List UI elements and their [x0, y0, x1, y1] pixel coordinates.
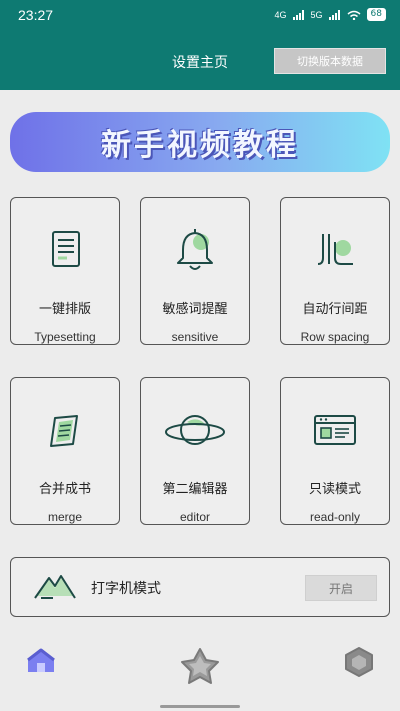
feature-label: 一键排版 [38, 302, 91, 317]
status-time: 23:27 [18, 7, 54, 23]
bottom-nav [0, 640, 400, 690]
signal-bars-icon [292, 9, 304, 20]
feature-sublabel: Typesetting [34, 330, 96, 344]
feature-label: 敏感词提醒 [162, 302, 228, 317]
feature-label: 只读模式 [308, 482, 361, 497]
feature-card-read-only[interactable]: 只读模式 read-only [280, 377, 390, 525]
feature-label: 第二编辑器 [162, 482, 228, 497]
browser-window-icon [281, 408, 389, 452]
feature-sublabel: Row spacing [300, 330, 370, 344]
wifi-icon [347, 10, 361, 20]
bell-icon [141, 228, 249, 272]
tutorial-banner[interactable]: 新手视频教程 [10, 112, 390, 172]
switch-version-button[interactable]: 切换版本数据 [274, 48, 386, 74]
signal-5g: 5G [310, 9, 323, 20]
feature-card-typesetting[interactable]: 一键排版 Typesetting [10, 197, 120, 345]
banner-text: 新手视频教程 [101, 128, 299, 163]
mountain-icon [33, 570, 77, 606]
feature-sublabel: read-only [309, 510, 361, 524]
planet-icon [141, 408, 249, 452]
book-icon [11, 408, 119, 452]
signal-4g: 4G [274, 9, 287, 20]
home-icon[interactable] [24, 646, 58, 680]
battery-icon: 68 [366, 8, 386, 21]
star-icon[interactable] [178, 646, 222, 690]
gesture-bar [160, 705, 240, 708]
typewriter-mode-row: 打字机模式 开启 [10, 557, 390, 617]
feature-sublabel: editor [179, 510, 211, 524]
feature-label: 自动行间距 [302, 302, 368, 317]
typewriter-mode-label: 打字机模式 [91, 581, 161, 597]
feature-sublabel: merge [47, 510, 82, 524]
feature-label: 合并成书 [38, 482, 91, 497]
typewriter-enable-button[interactable]: 开启 [305, 575, 377, 601]
feature-card-merge[interactable]: 合并成书 merge [10, 377, 120, 525]
signal-bars-icon [328, 9, 340, 20]
settings-hex-icon[interactable] [342, 646, 376, 682]
document-icon [11, 228, 119, 272]
feature-card-sensitive[interactable]: 敏感词提醒 sensitive [140, 197, 250, 345]
feature-sublabel: sensitive [171, 330, 219, 344]
status-bar: 23:27 4G 5G 68 [0, 0, 400, 30]
feature-card-editor[interactable]: 第二编辑器 editor [140, 377, 250, 525]
app-header: 设置主页 切换版本数据 [0, 30, 400, 90]
feature-card-row-spacing[interactable]: 自动行间距 Row spacing [280, 197, 390, 345]
row-spacing-icon [281, 228, 389, 272]
status-icons: 4G 5G 68 [275, 8, 386, 21]
